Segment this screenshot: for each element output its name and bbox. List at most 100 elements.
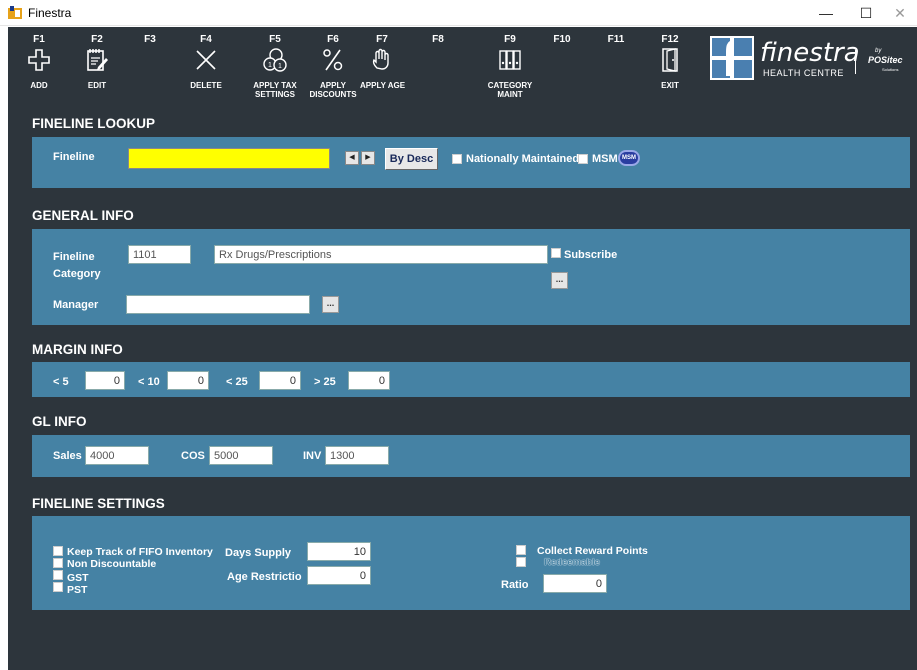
nationally-maintained-label: Nationally Maintained xyxy=(466,153,580,165)
positec-sub: Solutions xyxy=(882,67,899,72)
ratio-field[interactable] xyxy=(543,574,607,593)
f9-category-maint-button[interactable]: F9 CATEGORY MAINT xyxy=(482,34,538,99)
gl-section-title: GL INFO xyxy=(32,414,87,429)
days-supply-field[interactable] xyxy=(307,542,371,561)
margin-lt10-field[interactable] xyxy=(167,371,209,390)
door-exit-icon xyxy=(662,48,678,72)
nationally-maintained-checkbox[interactable] xyxy=(452,154,462,164)
sales-label: Sales xyxy=(53,450,82,462)
pst-checkbox[interactable] xyxy=(53,582,63,592)
f5-apply-tax-button[interactable]: F5 11 APPLY TAX SETTINGS xyxy=(246,34,304,99)
f1-add-button[interactable]: F1 ADD xyxy=(22,34,56,90)
cos-label: COS xyxy=(181,450,205,462)
general-fineline-label: Fineline xyxy=(53,251,95,263)
main-area: F1 ADD F2 EDIT F3 F4 DELETE F5 11 APPLY … xyxy=(8,27,917,670)
sales-gl-field[interactable] xyxy=(85,446,149,465)
f4-delete-button[interactable]: F4 DELETE xyxy=(186,34,226,90)
positec-logo: POSitec xyxy=(868,55,903,65)
coins-tax-icon: 11 xyxy=(263,48,287,72)
logo-subtitle: HEALTH CENTRE xyxy=(763,68,844,78)
msm-badge-icon: MSM xyxy=(618,150,640,166)
non-discountable-checkbox[interactable] xyxy=(53,558,63,568)
minimize-button[interactable]: — xyxy=(806,0,846,26)
f5-caption: APPLY TAX SETTINGS xyxy=(253,81,297,99)
f12-caption: EXIT xyxy=(661,81,679,90)
msm-label: MSM xyxy=(592,153,618,165)
margin-lt5-field[interactable] xyxy=(85,371,125,390)
window-title: Finestra xyxy=(28,6,72,20)
gl-panel: Sales COS INV xyxy=(32,435,910,477)
category-browse-button[interactable]: ... xyxy=(551,272,568,289)
f9-key-label: F9 xyxy=(504,34,516,45)
margin-gt25-label: > 25 xyxy=(314,376,336,388)
f7-key-label: F7 xyxy=(376,34,388,45)
by-desc-button[interactable]: By Desc xyxy=(385,148,438,170)
title-bar: Finestra — ☐ ✕ xyxy=(0,0,917,26)
notepad-edit-icon xyxy=(87,49,108,71)
f3-key-label: F3 xyxy=(144,34,156,45)
f11-button[interactable]: F11 xyxy=(602,34,630,45)
f4-key-label: F4 xyxy=(200,34,212,45)
redeemable-checkbox[interactable] xyxy=(516,557,526,567)
settings-panel: Keep Track of FIFO Inventory Non Discoun… xyxy=(32,516,910,610)
margin-panel: < 5 < 10 < 25 > 25 xyxy=(32,362,910,397)
prev-record-button[interactable]: ◀ xyxy=(345,151,359,165)
age-restriction-label: Age Restrictio xyxy=(227,571,302,583)
settings-section-title: FINELINE SETTINGS xyxy=(32,496,165,511)
general-panel: Fineline Category Subscribe ... Manager … xyxy=(32,229,910,325)
fineline-lookup-input[interactable] xyxy=(128,148,330,169)
f2-key-label: F2 xyxy=(91,34,103,45)
f1-caption: ADD xyxy=(30,81,48,90)
non-discountable-label: Non Discountable xyxy=(67,558,157,570)
inv-gl-field[interactable] xyxy=(325,446,389,465)
ratio-label: Ratio xyxy=(501,579,529,591)
collect-reward-points-checkbox[interactable] xyxy=(516,545,526,555)
f2-edit-button[interactable]: F2 EDIT xyxy=(80,34,114,90)
logo-brand: finestra xyxy=(760,38,860,68)
cos-gl-field[interactable] xyxy=(209,446,273,465)
pst-label: PST xyxy=(67,584,88,596)
hand-age-icon xyxy=(372,48,389,70)
f6-caption: APPLY DISCOUNTS xyxy=(309,81,357,99)
svg-text:1: 1 xyxy=(278,63,282,70)
f2-caption: EDIT xyxy=(87,81,107,90)
f8-button[interactable]: F8 xyxy=(426,34,450,45)
f7-apply-age-button[interactable]: F7 APPLY AGE xyxy=(360,34,405,90)
manager-browse-button[interactable]: ... xyxy=(322,296,339,313)
f10-key-label: F10 xyxy=(553,34,571,45)
f11-key-label: F11 xyxy=(607,34,625,45)
lookup-section-title: FINELINE LOOKUP xyxy=(32,116,156,131)
keep-fifo-checkbox[interactable] xyxy=(53,546,63,556)
gst-label: GST xyxy=(67,572,89,584)
app-icon xyxy=(8,6,22,19)
gst-checkbox[interactable] xyxy=(53,570,63,580)
plus-icon xyxy=(28,49,50,71)
f5-key-label: F5 xyxy=(269,34,281,45)
lookup-fineline-label: Fineline xyxy=(53,151,95,163)
collect-reward-points-label: Collect Reward Points xyxy=(537,545,648,557)
margin-lt10-label: < 10 xyxy=(138,376,160,388)
f6-apply-discounts-button[interactable]: F6 APPLY DISCOUNTS xyxy=(308,34,358,99)
f12-exit-button[interactable]: F12 EXIT xyxy=(656,34,684,90)
binders-icon xyxy=(499,50,521,70)
close-button[interactable]: ✕ xyxy=(880,0,917,26)
fineline-description-field[interactable] xyxy=(214,245,548,264)
margin-lt25-field[interactable] xyxy=(259,371,301,390)
next-record-button[interactable]: ▶ xyxy=(361,151,375,165)
f3-button[interactable]: F3 xyxy=(138,34,162,45)
manager-label: Manager xyxy=(53,299,99,311)
f8-key-label: F8 xyxy=(432,34,444,45)
subscribe-checkbox[interactable] xyxy=(551,248,561,258)
fineline-code-field[interactable] xyxy=(128,245,191,264)
f4-caption: DELETE xyxy=(190,81,222,90)
general-section-title: GENERAL INFO xyxy=(32,208,134,223)
f6-key-label: F6 xyxy=(327,34,339,45)
f1-key-label: F1 xyxy=(33,34,45,45)
manager-field[interactable] xyxy=(126,295,310,314)
f10-button[interactable]: F10 xyxy=(548,34,576,45)
margin-section-title: MARGIN INFO xyxy=(32,342,123,357)
x-delete-icon xyxy=(196,50,216,70)
margin-gt25-field[interactable] xyxy=(348,371,390,390)
msm-checkbox[interactable] xyxy=(578,154,588,164)
age-restriction-field[interactable] xyxy=(307,566,371,585)
